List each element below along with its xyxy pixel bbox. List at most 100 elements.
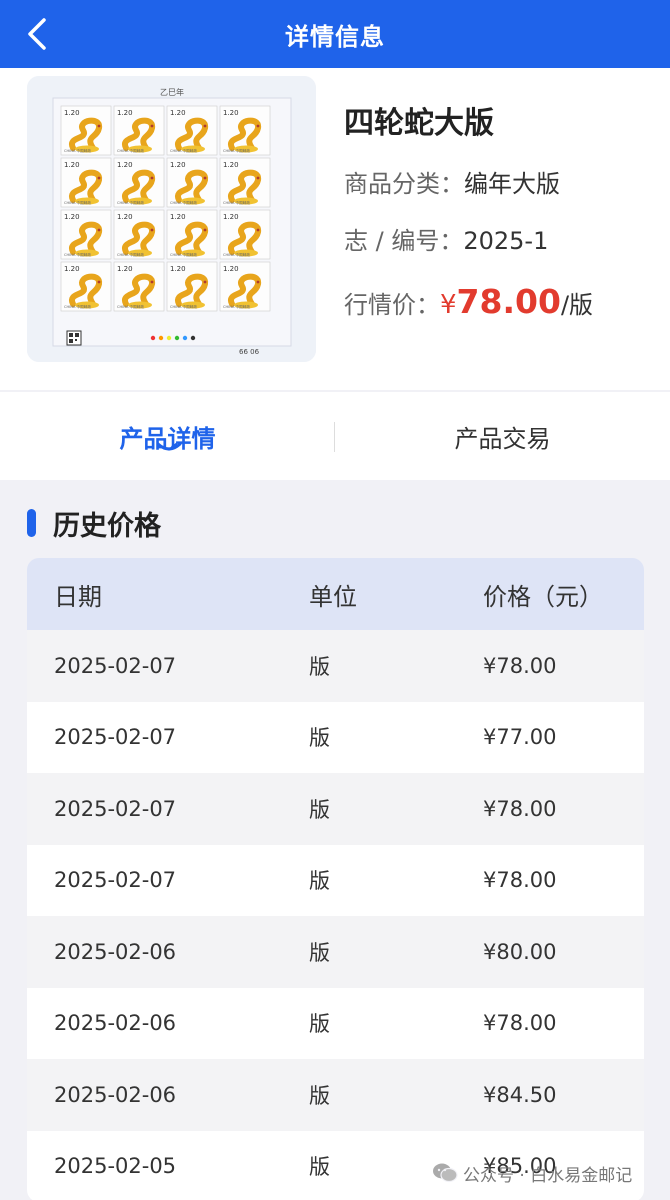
cell-price: ¥78.00 xyxy=(483,1011,557,1036)
stamp-top-text: 乙巳年 xyxy=(160,87,184,97)
svg-text:CHINA 中国邮政: CHINA 中国邮政 xyxy=(117,304,144,309)
watermark-text: 公众号 · 白水易金邮记 xyxy=(463,1165,633,1186)
svg-text:CHINA 中国邮政: CHINA 中国邮政 xyxy=(117,200,144,205)
tab-product-details[interactable]: 产品详情 xyxy=(0,392,335,480)
tab-product-trade[interactable]: 产品交易 xyxy=(335,392,670,480)
cell-date: 2025-02-07 xyxy=(54,868,177,893)
stamp-tile: 1.20 CHINA 中国邮政 xyxy=(113,105,165,156)
section-accent-bar xyxy=(27,509,36,537)
table-row: 2025-02-07 版 ¥78.00 xyxy=(27,630,644,702)
stamp-tile: 1.20 CHINA 中国邮政 xyxy=(166,209,218,260)
product-summary: 乙巳年 1.20 CHINA 中国邮政 1.20 CHINA 中国邮政 1.20 CHIN… xyxy=(0,68,670,390)
stamp-sheet-image[interactable]: 乙巳年 1.20 CHINA 中国邮政 1.20 CHINA 中国邮政 1.20 CHIN… xyxy=(27,76,316,362)
page-title: 详情信息 xyxy=(285,22,385,51)
cell-price: ¥78.00 xyxy=(483,653,557,678)
cell-unit: 版 xyxy=(309,1012,330,1037)
code-label: 志 / 编号： xyxy=(344,227,464,255)
tab-divider xyxy=(334,422,335,452)
code-row: 志 / 编号：2025-1 xyxy=(344,221,548,256)
cell-date: 2025-02-06 xyxy=(54,1082,177,1107)
svg-text:1.20: 1.20 xyxy=(223,109,239,117)
svg-text:CHINA 中国邮政: CHINA 中国邮政 xyxy=(170,252,197,257)
tab-bar: 产品详情 产品交易 xyxy=(0,392,670,480)
stamp-tile: 1.20 CHINA 中国邮政 xyxy=(219,105,271,156)
svg-text:CHINA 中国邮政: CHINA 中国邮政 xyxy=(64,200,91,205)
tab-label: 产品交易 xyxy=(454,424,551,453)
stamp-tile: 1.20 CHINA 中国邮政 xyxy=(166,105,218,156)
tab-active-indicator xyxy=(156,442,182,451)
nav-bar: 详情信息 xyxy=(0,0,670,68)
cell-price: ¥80.00 xyxy=(483,939,557,964)
cell-unit: 版 xyxy=(309,1083,330,1108)
svg-text:CHINA 中国邮政: CHINA 中国邮政 xyxy=(170,304,197,309)
svg-text:1.20: 1.20 xyxy=(64,265,80,273)
svg-text:CHINA 中国邮政: CHINA 中国邮政 xyxy=(64,304,91,309)
stamp-tile: 1.20 CHINA 中国邮政 xyxy=(60,105,112,156)
qr-code-icon xyxy=(66,330,82,346)
price-label: 行情价： xyxy=(344,291,440,319)
svg-text:1.20: 1.20 xyxy=(170,109,186,117)
price-currency: ¥ xyxy=(440,290,457,320)
price-row: 行情价：¥78.00/版 xyxy=(344,282,593,321)
header-price: 价格（元） xyxy=(483,582,603,611)
cell-price: ¥77.00 xyxy=(483,725,557,750)
chevron-left-icon xyxy=(28,18,46,50)
svg-text:CHINA 中国邮政: CHINA 中国邮政 xyxy=(170,148,197,153)
wechat-icon xyxy=(433,1163,458,1183)
svg-text:CHINA 中国邮政: CHINA 中国邮政 xyxy=(223,304,250,309)
table-row: 2025-02-07 版 ¥78.00 xyxy=(27,844,644,916)
header-date: 日期 xyxy=(54,582,102,611)
stamp-tile: 1.20 CHINA 中国邮政 xyxy=(113,209,165,260)
cell-date: 2025-02-07 xyxy=(54,796,177,821)
header-unit: 单位 xyxy=(309,582,357,611)
category-row: 商品分类：编年大版 xyxy=(344,164,560,199)
svg-text:1.20: 1.20 xyxy=(117,109,133,117)
table-body: 2025-02-07 版 ¥78.00 2025-02-07 版 ¥77.00 … xyxy=(27,630,644,1200)
stamp-tile: 1.20 CHINA 中国邮政 xyxy=(113,157,165,208)
watermark: 公众号 · 白水易金邮记 xyxy=(432,1158,632,1188)
cell-unit: 版 xyxy=(309,940,330,965)
table-row: 2025-02-06 版 ¥84.50 xyxy=(27,1059,644,1131)
svg-text:1.20: 1.20 xyxy=(64,213,80,221)
svg-text:1.20: 1.20 xyxy=(117,161,133,169)
plate-code: 66 06 xyxy=(239,348,260,356)
cell-date: 2025-02-07 xyxy=(54,725,177,750)
cell-price: ¥84.50 xyxy=(483,1082,557,1107)
cell-unit: 版 xyxy=(309,869,330,894)
table-header: 日期 单位 价格（元） xyxy=(27,558,644,630)
svg-text:1.20: 1.20 xyxy=(117,265,133,273)
stamp-tile: 1.20 CHINA 中国邮政 xyxy=(60,209,112,260)
svg-text:CHINA 中国邮政: CHINA 中国邮政 xyxy=(117,148,144,153)
price-unit: /版 xyxy=(560,291,594,319)
cell-date: 2025-02-06 xyxy=(54,1011,177,1036)
stamp-tile: 1.20 CHINA 中国邮政 xyxy=(113,261,165,312)
category-label: 商品分类： xyxy=(344,170,464,198)
stamp-tile: 1.20 CHINA 中国邮政 xyxy=(219,157,271,208)
svg-text:CHINA 中国邮政: CHINA 中国邮政 xyxy=(64,252,91,257)
svg-text:1.20: 1.20 xyxy=(170,265,186,273)
svg-text:1.20: 1.20 xyxy=(170,213,186,221)
cell-unit: 版 xyxy=(309,797,330,822)
product-name: 四轮蛇大版 xyxy=(344,106,494,141)
cell-date: 2025-02-05 xyxy=(54,1154,177,1179)
svg-text:1.20: 1.20 xyxy=(64,109,80,117)
svg-text:1.20: 1.20 xyxy=(223,161,239,169)
stamp-sheet-graphic: 乙巳年 1.20 CHINA 中国邮政 1.20 CHINA 中国邮政 1.20 CHIN… xyxy=(27,76,316,362)
section-heading: 历史价格 xyxy=(27,503,161,543)
price-history-table: 日期 单位 价格（元） 2025-02-07 版 ¥78.00 2025-02-… xyxy=(27,558,644,1200)
cell-price: ¥78.00 xyxy=(483,796,557,821)
cell-price: ¥78.00 xyxy=(483,868,557,893)
price-value: 78.00 xyxy=(456,282,561,321)
back-button[interactable] xyxy=(20,17,54,51)
stamp-tile: 1.20 CHINA 中国邮政 xyxy=(219,261,271,312)
table-row: 2025-02-06 版 ¥80.00 xyxy=(27,916,644,988)
svg-text:1.20: 1.20 xyxy=(117,213,133,221)
svg-text:1.20: 1.20 xyxy=(223,213,239,221)
svg-text:1.20: 1.20 xyxy=(64,161,80,169)
stamp-tile: 1.20 CHINA 中国邮政 xyxy=(166,157,218,208)
svg-text:CHINA 中国邮政: CHINA 中国邮政 xyxy=(223,148,250,153)
cell-date: 2025-02-07 xyxy=(54,653,177,678)
svg-text:CHINA 中国邮政: CHINA 中国邮政 xyxy=(64,148,91,153)
category-value: 编年大版 xyxy=(464,170,560,198)
code-value: 2025-1 xyxy=(463,227,549,255)
